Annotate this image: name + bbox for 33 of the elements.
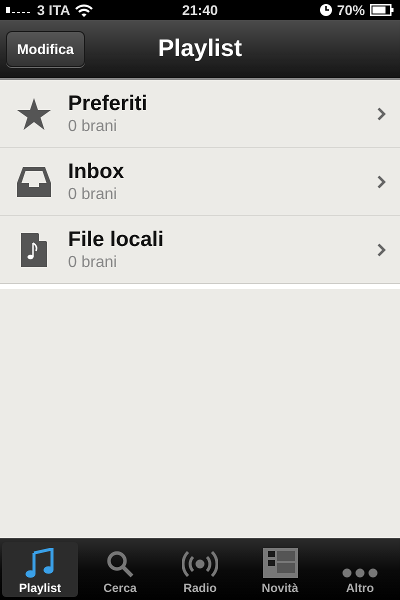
carrier-name: 3 ITA: [37, 2, 70, 18]
signal-icon: [6, 6, 32, 14]
star-icon: [17, 98, 51, 130]
playlist-row[interactable]: Preferiti 0 brani: [0, 80, 400, 148]
page-title: Playlist: [158, 35, 242, 63]
newspaper-icon: [262, 548, 298, 578]
clock-icon: [320, 4, 332, 16]
music-note-icon: [25, 548, 55, 578]
chevron-icon: [377, 106, 386, 120]
playlist-name: Inbox: [68, 160, 125, 184]
clock-time: 21:40: [182, 2, 218, 18]
track-count: 0 brani: [68, 254, 118, 272]
tab-item[interactable]: Radio: [162, 542, 238, 597]
chevron-icon: [377, 242, 386, 256]
tab-item[interactable]: Altro: [322, 542, 398, 597]
playlist-name: Preferiti: [68, 92, 148, 116]
playlist-name: File locali: [68, 228, 165, 252]
music-file-icon: [21, 232, 47, 266]
more-icon: [342, 568, 378, 578]
inbox-tray-icon: [17, 166, 51, 196]
battery-percentage: 70%: [336, 2, 365, 18]
track-count: 0 brani: [68, 186, 118, 204]
tab-item[interactable]: Novità: [242, 542, 318, 597]
battery-icon: [370, 4, 394, 16]
chevron-icon: [377, 174, 386, 188]
tab-item[interactable]: Playlist: [2, 542, 78, 597]
playlist-row[interactable]: Inbox 0 brani: [0, 148, 400, 216]
track-count: 0 brani: [68, 118, 118, 136]
tab-item[interactable]: Cerca: [82, 542, 158, 597]
broadcast-icon: [182, 550, 218, 578]
edit-button[interactable]: Modifica: [6, 31, 85, 67]
wifi-icon: [75, 4, 94, 16]
search-icon: [106, 550, 134, 578]
